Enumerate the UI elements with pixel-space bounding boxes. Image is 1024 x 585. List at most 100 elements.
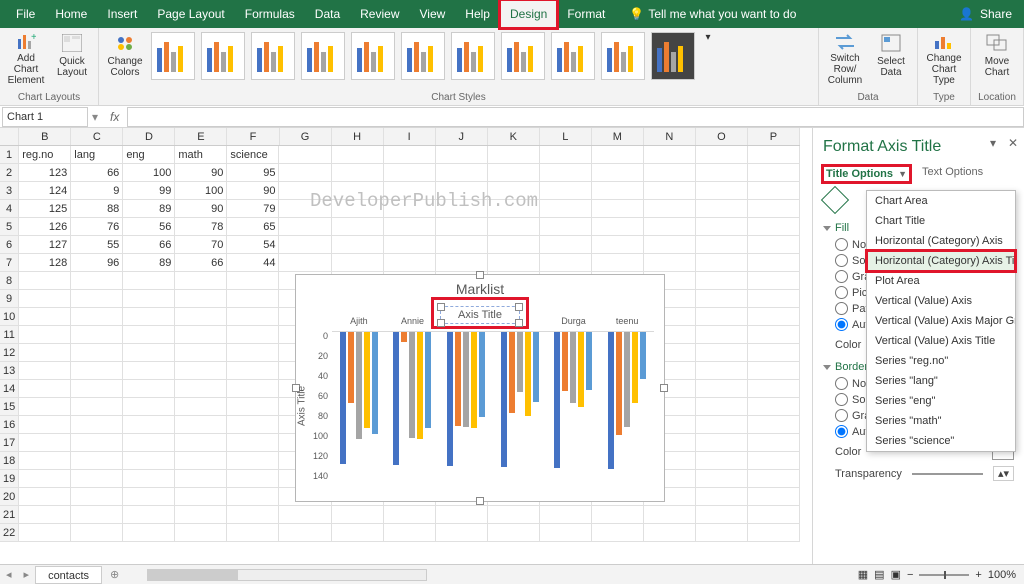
cell[interactable]: 90 bbox=[175, 200, 227, 218]
cell[interactable] bbox=[540, 524, 592, 542]
chart-element-dropdown[interactable]: Chart AreaChart TitleHorizontal (Categor… bbox=[866, 190, 1016, 452]
cell[interactable]: 54 bbox=[227, 236, 279, 254]
cell[interactable] bbox=[540, 164, 592, 182]
cell[interactable]: 88 bbox=[71, 200, 123, 218]
formula-bar[interactable] bbox=[127, 107, 1024, 127]
col-F[interactable]: F bbox=[227, 128, 279, 145]
cell[interactable]: 66 bbox=[123, 236, 175, 254]
cell[interactable] bbox=[123, 380, 175, 398]
cell[interactable] bbox=[19, 524, 71, 542]
cell[interactable] bbox=[696, 344, 748, 362]
bar[interactable] bbox=[525, 332, 531, 416]
cell[interactable]: 124 bbox=[19, 182, 71, 200]
dropdown-item[interactable]: Series "lang" bbox=[867, 371, 1015, 391]
bar[interactable] bbox=[554, 332, 560, 468]
cell[interactable]: 89 bbox=[123, 254, 175, 272]
cell[interactable] bbox=[696, 308, 748, 326]
cell[interactable] bbox=[279, 218, 331, 236]
bar[interactable] bbox=[393, 332, 399, 465]
cell[interactable] bbox=[71, 416, 123, 434]
cell[interactable] bbox=[227, 434, 279, 452]
dropdown-item[interactable]: Vertical (Value) Axis Title bbox=[867, 331, 1015, 351]
cell[interactable] bbox=[748, 380, 800, 398]
change-chart-type-button[interactable]: Change Chart Type bbox=[923, 30, 965, 86]
cell[interactable] bbox=[592, 200, 644, 218]
cell[interactable] bbox=[227, 488, 279, 506]
sheet-nav-next[interactable]: ▸ bbox=[18, 568, 36, 581]
chart-handle-n[interactable] bbox=[476, 271, 484, 279]
cell[interactable] bbox=[71, 308, 123, 326]
cell[interactable] bbox=[644, 164, 696, 182]
row-header[interactable]: 22 bbox=[0, 524, 19, 542]
namebox-dropdown-icon[interactable]: ▾ bbox=[88, 110, 102, 124]
bar[interactable] bbox=[624, 332, 630, 427]
cell[interactable] bbox=[748, 236, 800, 254]
col-D[interactable]: D bbox=[123, 128, 175, 145]
cell[interactable] bbox=[696, 290, 748, 308]
dropdown-item[interactable]: Series "science" bbox=[867, 431, 1015, 451]
tab-page-layout[interactable]: Page Layout bbox=[147, 0, 234, 28]
chart-style-4[interactable] bbox=[301, 32, 345, 80]
cell[interactable] bbox=[123, 488, 175, 506]
text-options-tab[interactable]: Text Options bbox=[922, 166, 983, 182]
cell[interactable] bbox=[71, 470, 123, 488]
cell[interactable] bbox=[748, 182, 800, 200]
cell[interactable] bbox=[123, 506, 175, 524]
cell[interactable] bbox=[696, 506, 748, 524]
cell[interactable] bbox=[592, 218, 644, 236]
chart-style-more-button[interactable]: ▾ bbox=[700, 30, 716, 86]
cell[interactable]: 125 bbox=[19, 200, 71, 218]
cell[interactable] bbox=[644, 524, 696, 542]
cell[interactable] bbox=[279, 506, 331, 524]
cell[interactable] bbox=[696, 416, 748, 434]
chart-style-11[interactable] bbox=[651, 32, 695, 80]
cell[interactable] bbox=[436, 218, 488, 236]
cell[interactable] bbox=[332, 218, 384, 236]
horizontal-axis-title[interactable]: Axis Title bbox=[440, 306, 520, 324]
cell[interactable] bbox=[592, 146, 644, 164]
cell[interactable] bbox=[227, 362, 279, 380]
tab-review[interactable]: Review bbox=[350, 0, 409, 28]
cell[interactable]: 96 bbox=[71, 254, 123, 272]
tab-formulas[interactable]: Formulas bbox=[235, 0, 305, 28]
cell[interactable] bbox=[175, 344, 227, 362]
dropdown-item[interactable]: Series "math" bbox=[867, 411, 1015, 431]
col-P[interactable]: P bbox=[748, 128, 800, 145]
dropdown-item[interactable]: Plot Area bbox=[867, 271, 1015, 291]
col-E[interactable]: E bbox=[175, 128, 227, 145]
bar[interactable] bbox=[570, 332, 576, 403]
cell[interactable] bbox=[123, 326, 175, 344]
bar[interactable] bbox=[340, 332, 346, 464]
horizontal-scrollbar[interactable] bbox=[147, 569, 427, 581]
bar[interactable] bbox=[463, 332, 469, 427]
dropdown-item[interactable]: Vertical (Value) Axis Major Gridlines bbox=[867, 311, 1015, 331]
cell[interactable] bbox=[227, 524, 279, 542]
cell[interactable] bbox=[227, 506, 279, 524]
bar[interactable] bbox=[455, 332, 461, 426]
cell[interactable]: 123 bbox=[19, 164, 71, 182]
row-header[interactable]: 7 bbox=[0, 254, 19, 272]
cell[interactable] bbox=[175, 434, 227, 452]
bar-group[interactable] bbox=[447, 332, 485, 466]
cell[interactable]: 90 bbox=[175, 164, 227, 182]
cell[interactable] bbox=[644, 254, 696, 272]
dropdown-item[interactable]: Horizontal (Category) Axis Title bbox=[867, 251, 1015, 271]
cell[interactable]: 100 bbox=[123, 164, 175, 182]
chart-style-8[interactable] bbox=[501, 32, 545, 80]
zoom-in-button[interactable]: + bbox=[975, 569, 981, 581]
bar[interactable] bbox=[632, 332, 638, 403]
cell[interactable]: 99 bbox=[123, 182, 175, 200]
chart-title[interactable]: Marklist bbox=[296, 281, 664, 297]
bar-group[interactable]: Durga bbox=[554, 332, 592, 468]
row-header[interactable]: 8 bbox=[0, 272, 19, 290]
cell[interactable]: 70 bbox=[175, 236, 227, 254]
cell[interactable] bbox=[696, 326, 748, 344]
cell[interactable] bbox=[19, 488, 71, 506]
cell[interactable] bbox=[436, 254, 488, 272]
cell[interactable] bbox=[175, 488, 227, 506]
cell[interactable] bbox=[71, 272, 123, 290]
switch-row-column-button[interactable]: Switch Row/ Column bbox=[824, 30, 866, 86]
cell[interactable] bbox=[332, 236, 384, 254]
col-H[interactable]: H bbox=[332, 128, 384, 145]
row-header[interactable]: 13 bbox=[0, 362, 19, 380]
